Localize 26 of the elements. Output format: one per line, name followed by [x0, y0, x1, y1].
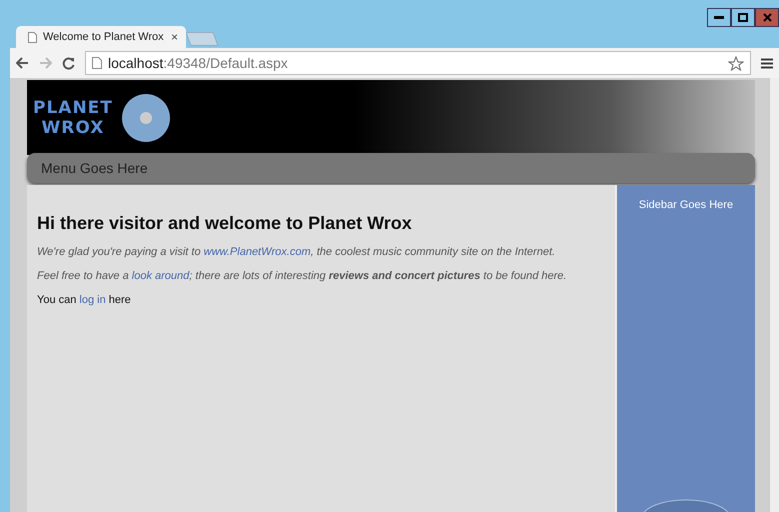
close-button[interactable] [755, 8, 779, 27]
scrollbar[interactable] [769, 78, 779, 512]
menu-icon[interactable] [761, 58, 773, 68]
browser-tab[interactable]: Welcome to Planet Wrox × [16, 26, 186, 48]
close-icon [762, 13, 772, 22]
paragraph: We're glad you're paying a visit to www.PlanetWrox.com, the coolest music community site on the Internet. [37, 246, 556, 258]
paragraph: Feel free to have a look around; there are lots of interesting reviews and concert pictures to be found here. [37, 270, 568, 282]
sidebar-text: Sidebar Goes Here [638, 199, 734, 211]
menu-bar: Menu Goes Here [27, 153, 755, 183]
page-heading: Hi there visitor and welcome to Planet Wrox [37, 213, 413, 234]
link[interactable]: log in [79, 294, 106, 306]
page-icon [28, 32, 37, 42]
paragraph: You can log in here [37, 294, 132, 306]
link[interactable]: www.PlanetWrox.com [204, 246, 311, 258]
maximize-icon [738, 13, 748, 22]
minimize-icon [714, 16, 724, 20]
minimize-button[interactable] [707, 8, 731, 27]
page-icon [92, 57, 102, 69]
maximize-button[interactable] [731, 8, 755, 27]
close-tab-icon[interactable]: × [170, 30, 178, 44]
site-logo: PLANET WROX [33, 98, 113, 138]
link[interactable]: look around [132, 270, 190, 282]
reload-icon[interactable] [62, 56, 75, 70]
back-icon[interactable] [16, 57, 29, 69]
address-bar[interactable]: localhost:49348/Default.aspx [85, 51, 751, 75]
star-icon[interactable] [728, 56, 744, 70]
